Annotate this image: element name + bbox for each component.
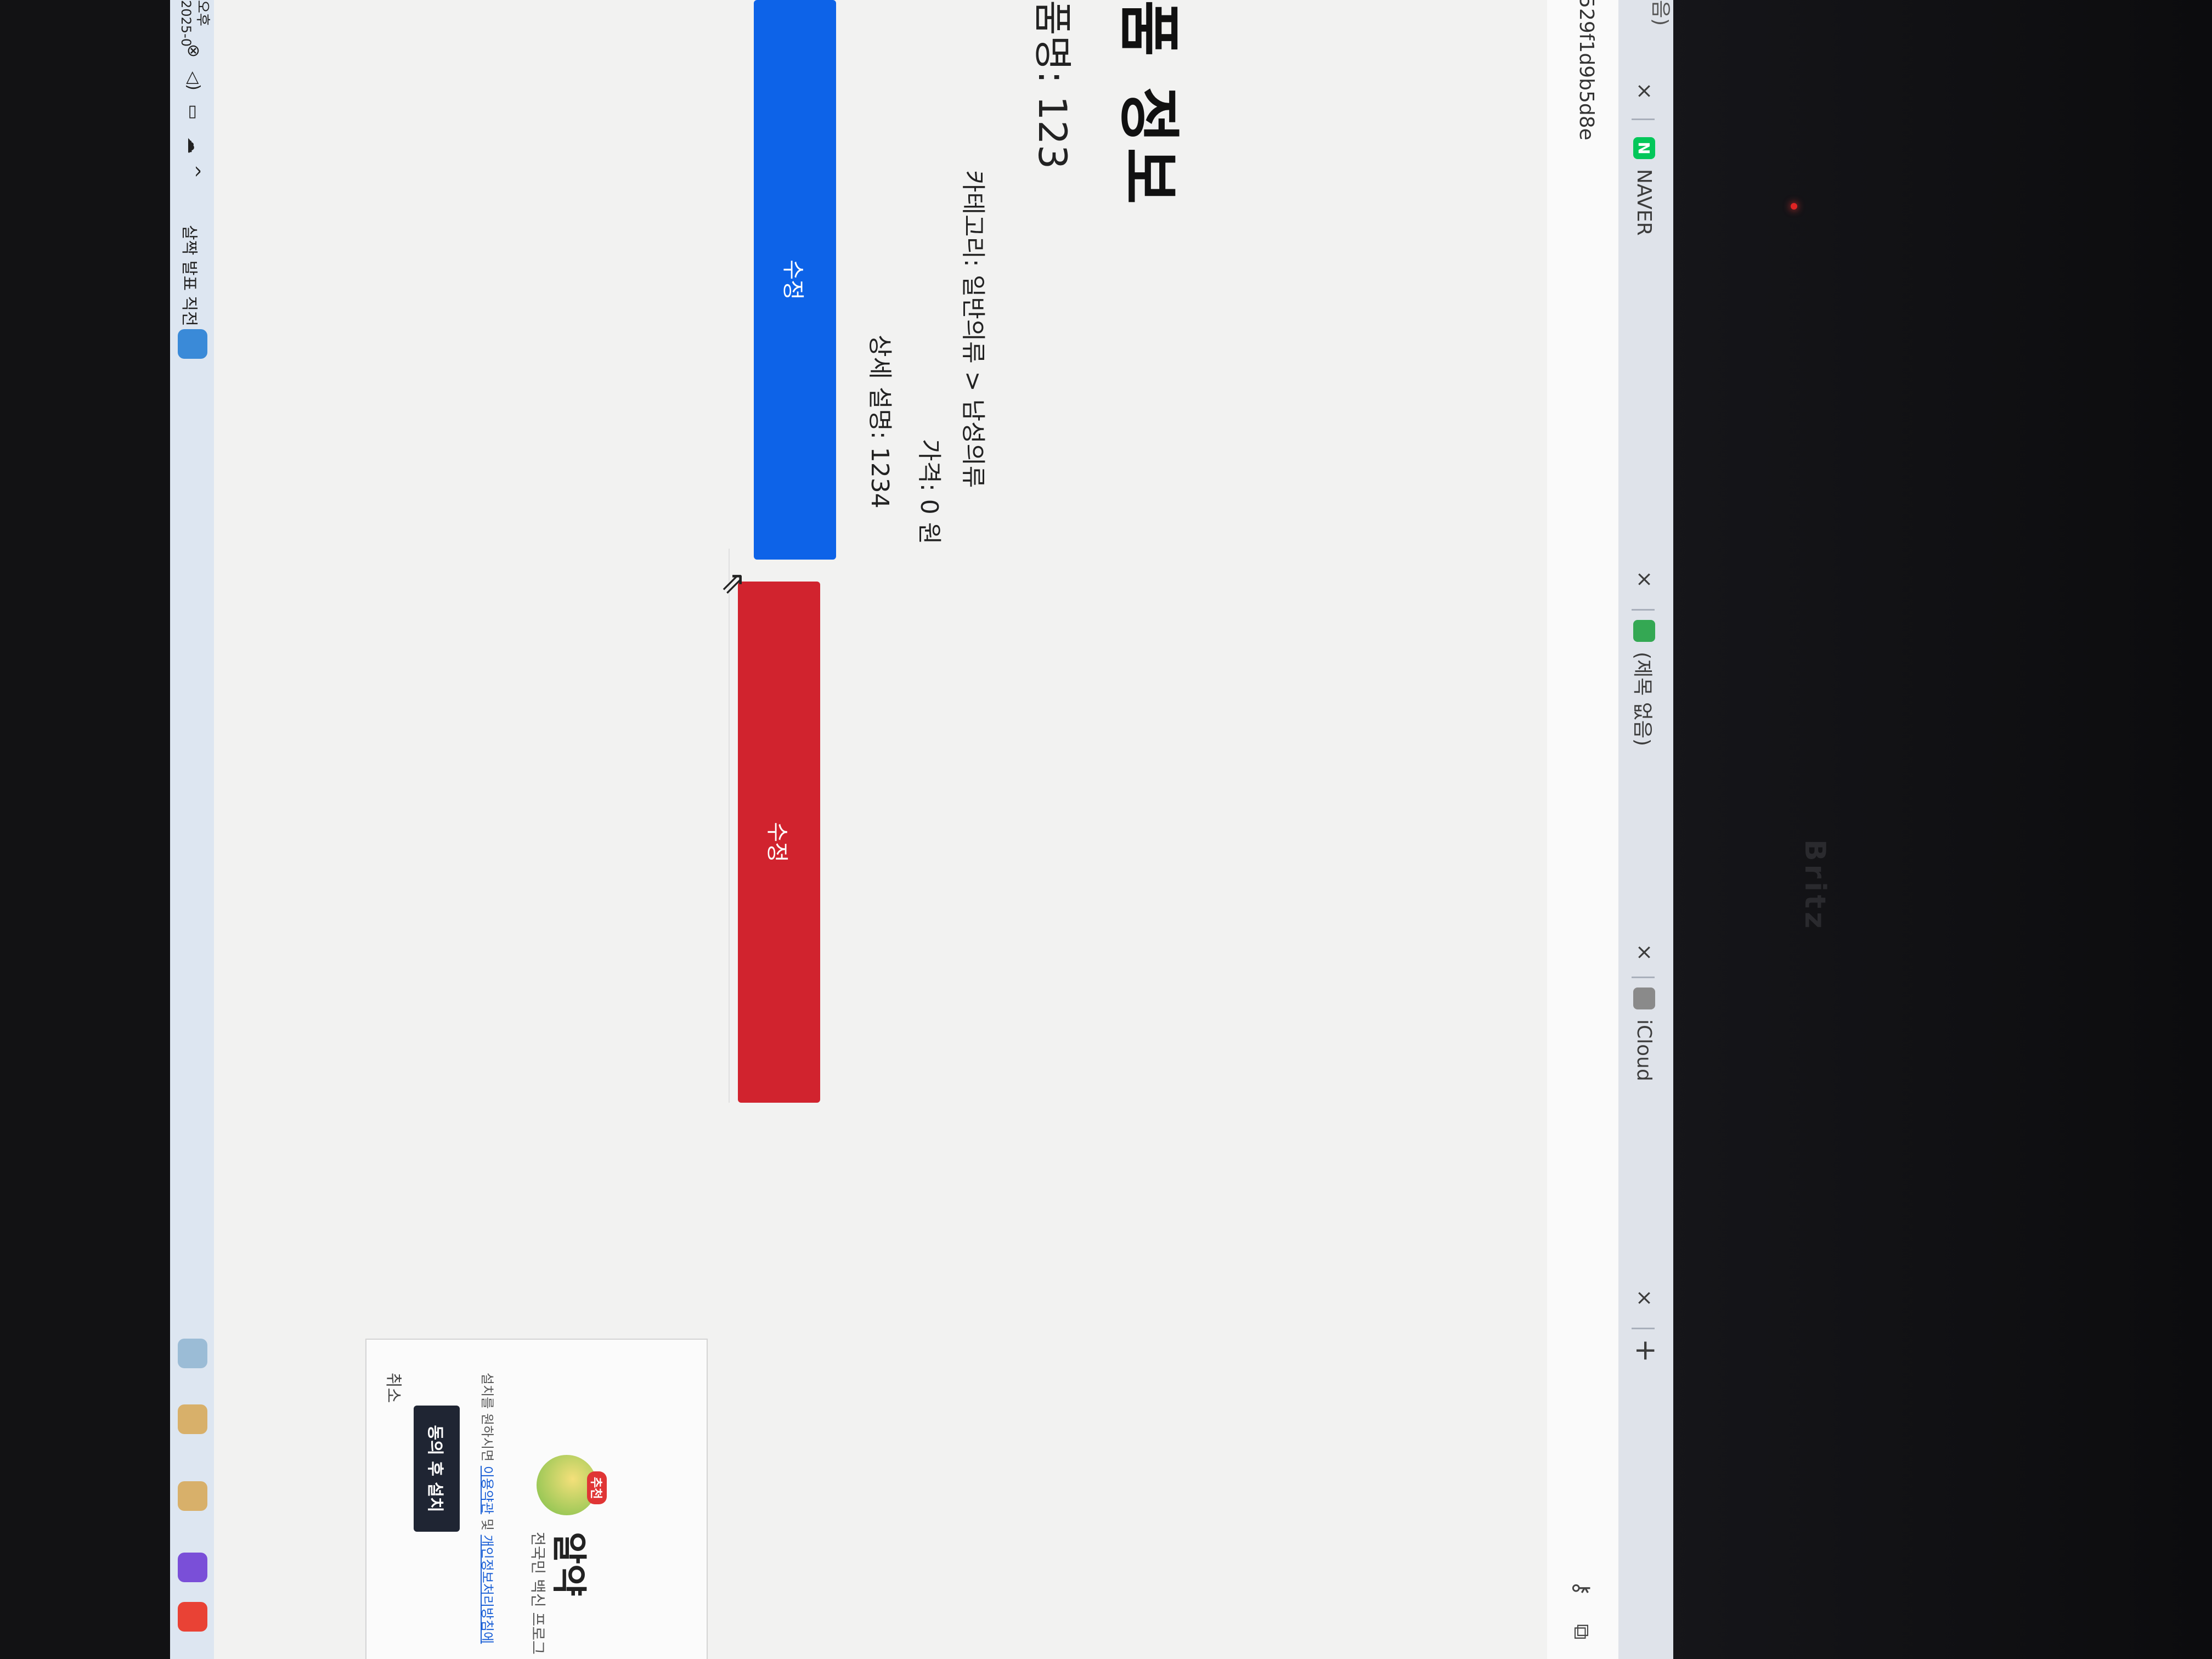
kakao-icon[interactable] <box>178 1404 207 1434</box>
card-edge <box>729 549 730 1103</box>
translate-icon[interactable]: ⧉ <box>1569 1624 1594 1640</box>
monitor-brand-logo: Britz <box>1798 839 1831 932</box>
tab-close-icon[interactable]: × <box>1633 82 1657 100</box>
page-title-text: 품 정보 <box>1113 0 1184 209</box>
popup-terms-text: 설치를 원하시면 이용약관 및 개인정보처리방침에 <box>479 1373 498 1644</box>
browser-tab-bar: 음) × N NAVER × (제목 없음) × iCloud × + <box>1618 0 1673 1659</box>
tab-close-icon[interactable]: × <box>1633 944 1657 961</box>
news-widget-icon[interactable] <box>178 329 207 359</box>
recommend-badge: 추천 <box>587 1471 607 1505</box>
kakao-icon[interactable] <box>178 1481 207 1511</box>
terms-of-use-link[interactable]: 이용약관 <box>479 1466 495 1514</box>
apple-icon <box>1633 988 1655 1009</box>
tray-chevron-icon[interactable]: ^ <box>184 165 203 178</box>
monitor-bezel <box>1646 0 2212 1659</box>
product-name: 품명: 123 <box>1030 0 1075 170</box>
tab-naver[interactable]: N NAVER <box>1623 137 1666 236</box>
clock[interactable]: 오후 2025-0 <box>178 0 211 47</box>
product-price: 가격: 0 원 <box>915 439 943 545</box>
news-widget-text[interactable]: 살짝 발표 직전 <box>179 225 203 326</box>
popup-subtitle: 전국민 백신 프로그 <box>529 1532 547 1655</box>
power-led <box>1791 203 1797 210</box>
product-category: 카테고리: 일반의류 > 남성의류 <box>959 170 987 488</box>
monitor-screen: 음) × N NAVER × (제목 없음) × iCloud × + a529… <box>170 0 1673 1659</box>
address-bar: a529f1d9b5d8e ⚷ ⧉ <box>1546 0 1618 1659</box>
privacy-policy-link[interactable]: 개인정보처리방침에 <box>479 1535 495 1644</box>
tab-separator <box>1632 609 1655 611</box>
page-title: 품 정보 <box>1109 0 1198 208</box>
tab-icloud[interactable]: iCloud <box>1623 988 1666 1081</box>
popup-app-name: 알약 <box>548 1532 589 1596</box>
key-icon[interactable]: ⚷ <box>1569 1580 1594 1596</box>
agree-install-button[interactable]: 동의 후 설치 <box>414 1406 460 1532</box>
product-description: 상세 설명: 1234 <box>866 335 894 509</box>
chrome-icon[interactable] <box>178 1602 207 1632</box>
clock-date: 2025-0 <box>178 0 194 47</box>
naver-favicon-icon: N <box>1633 137 1655 159</box>
alyac-install-popup: 추천 알약 전국민 백신 프로그 설치를 원하시면 이용약관 및 개인정보처리방… <box>365 1339 708 1659</box>
tab-untitled[interactable]: (제목 없음) <box>1623 620 1666 746</box>
onedrive-icon[interactable]: ☁ <box>184 137 203 154</box>
mouse-cursor-icon: ⇖ <box>716 571 752 596</box>
tab-title-partial: 음) <box>1649 0 1672 26</box>
tab-untitled-title: (제목 없음) <box>1631 652 1654 747</box>
terms-middle: 및 <box>479 1518 495 1531</box>
taskbar: 살짝 발표 직전 ^ ☁ ▭ ◁) ⊗ 오후 2025-0 <box>170 0 214 1659</box>
tab-icloud-title: iCloud <box>1633 1019 1656 1081</box>
terms-prefix: 설치를 원하시면 <box>479 1373 495 1462</box>
file-icon[interactable] <box>178 1339 207 1368</box>
tab-separator <box>1632 119 1655 120</box>
tab-naver-title: NAVER <box>1633 169 1656 236</box>
url-input[interactable]: a529f1d9b5d8e <box>1575 0 1598 140</box>
copilot-icon[interactable] <box>178 1553 207 1582</box>
new-tab-button[interactable]: + <box>1629 1339 1662 1363</box>
cancel-button[interactable]: 취소 <box>383 1373 407 1403</box>
tab-separator <box>1632 1328 1655 1329</box>
volume-icon[interactable]: ◁) <box>184 71 203 91</box>
edit-button-blue[interactable]: 수정 <box>754 0 836 560</box>
tab-separator <box>1632 977 1655 978</box>
clock-time: 오후 <box>194 0 211 26</box>
edit-button-red[interactable]: 수정 <box>738 582 820 1103</box>
tab-close-icon[interactable]: × <box>1633 1289 1657 1307</box>
tab-close-icon[interactable]: × <box>1633 571 1657 588</box>
page-favicon-icon <box>1633 620 1655 642</box>
network-icon[interactable]: ▭ <box>184 104 203 120</box>
